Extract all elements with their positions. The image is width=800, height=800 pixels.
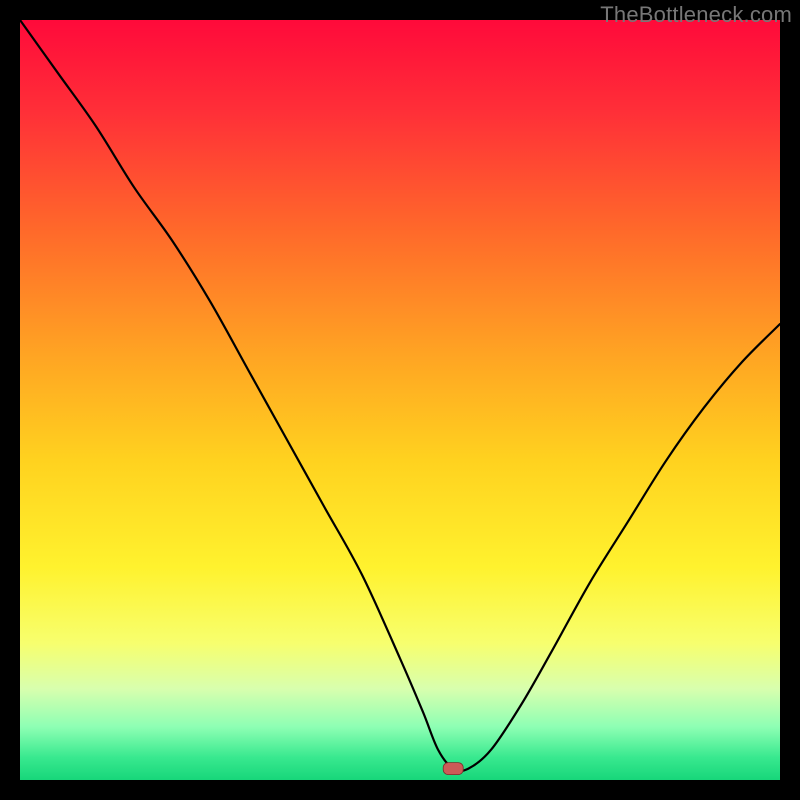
watermark-text: TheBottleneck.com xyxy=(600,2,792,28)
gradient-background xyxy=(20,20,780,780)
plot-area xyxy=(20,20,780,780)
minimum-marker xyxy=(443,763,463,775)
chart-svg xyxy=(20,20,780,780)
chart-frame: TheBottleneck.com xyxy=(0,0,800,800)
